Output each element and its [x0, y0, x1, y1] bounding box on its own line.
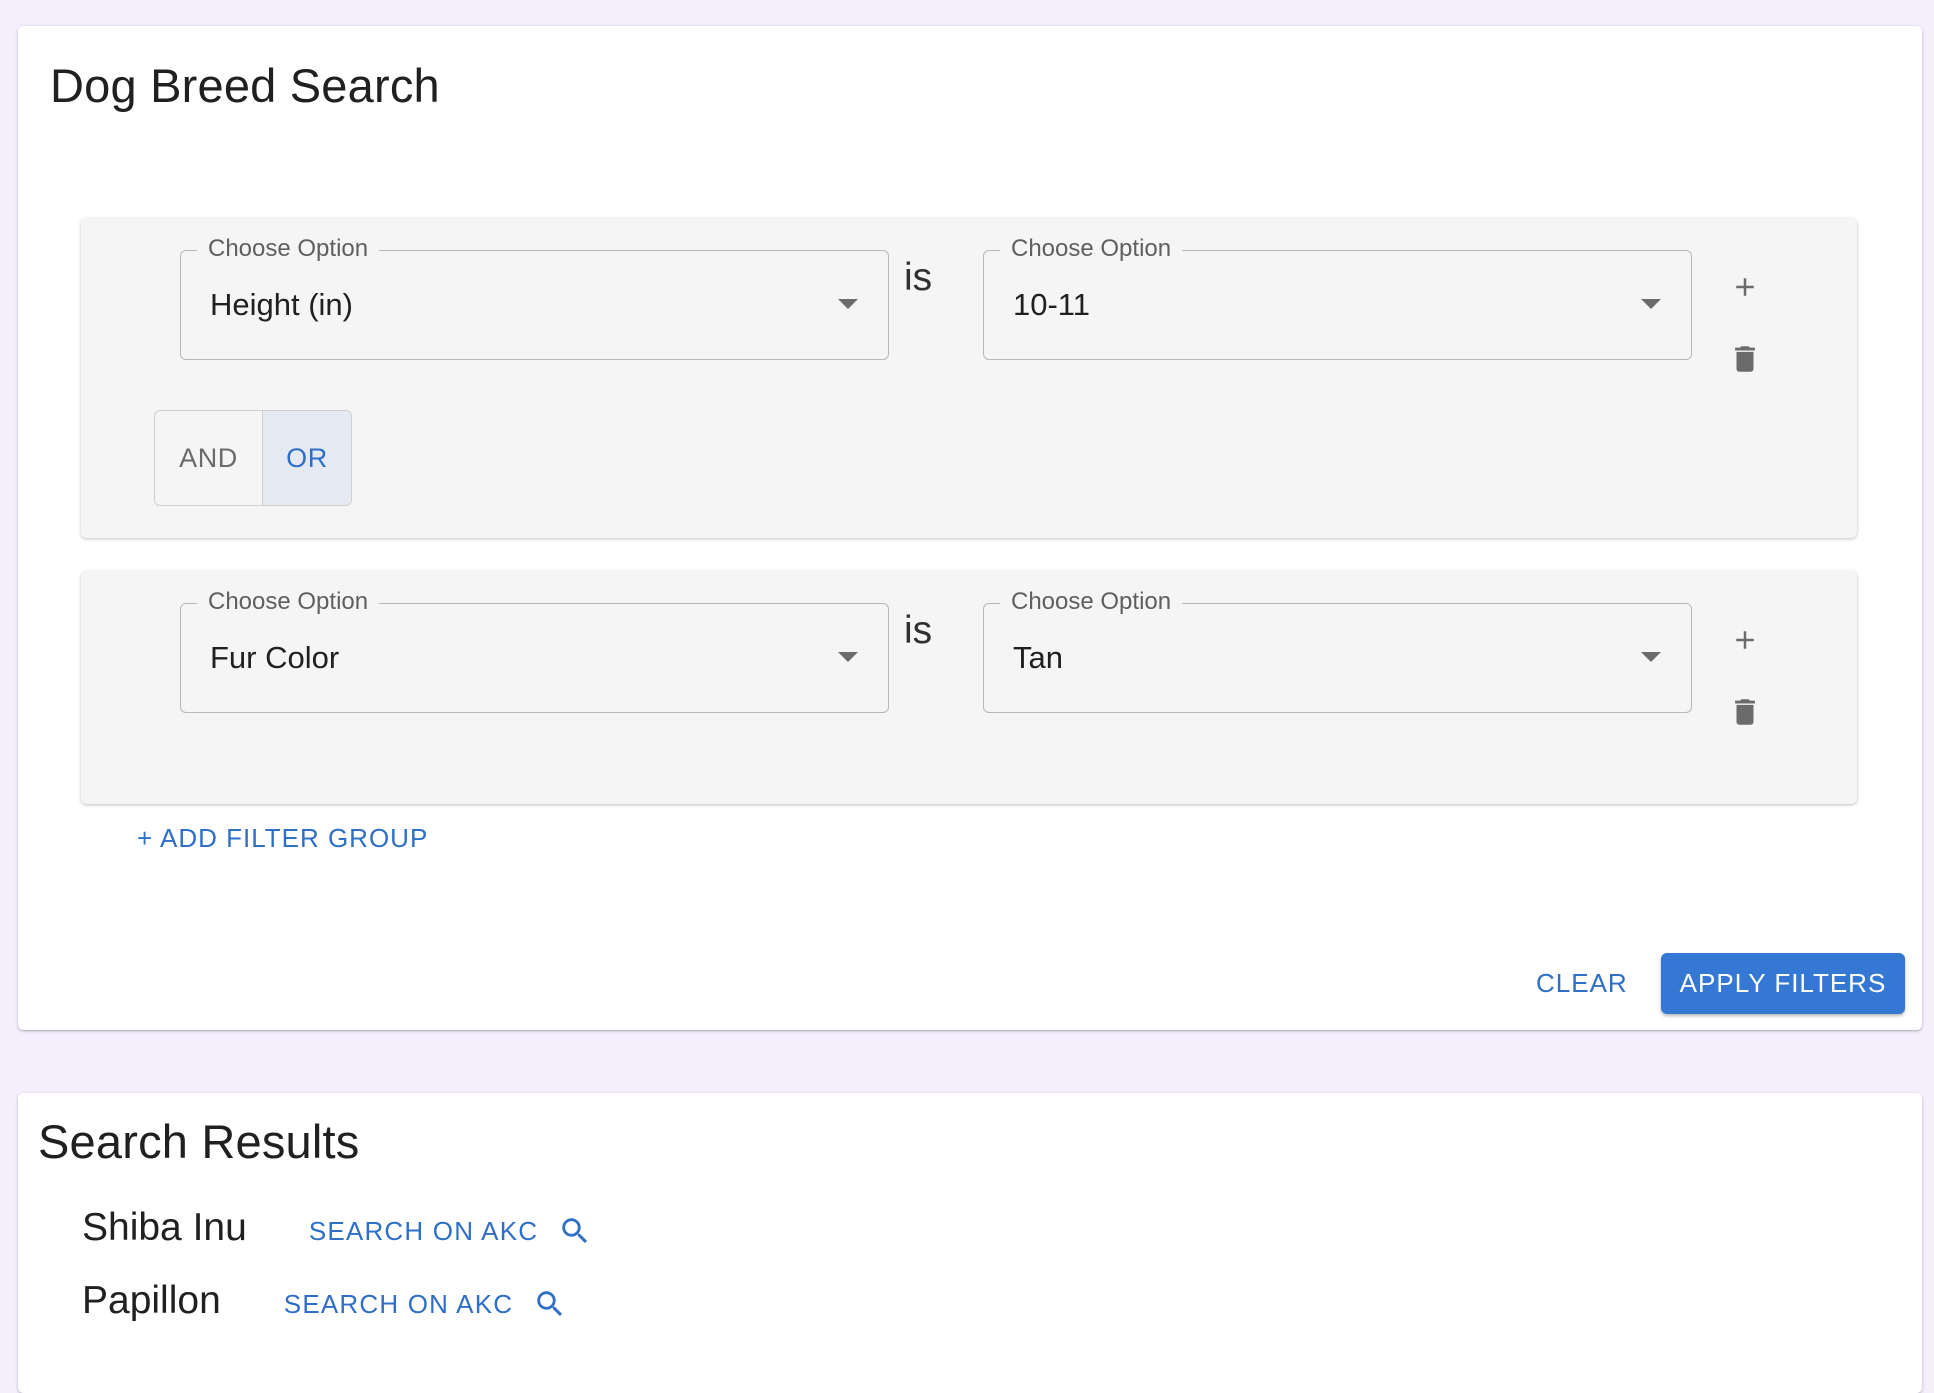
select-value: Fur Color — [210, 640, 340, 675]
dropdown-arrow-icon — [1641, 299, 1661, 309]
select-label: Choose Option — [1000, 587, 1183, 617]
dropdown-arrow-icon — [838, 299, 858, 309]
operator-label: is — [904, 609, 933, 652]
delete-icon — [1735, 699, 1755, 725]
results-title: Search Results — [38, 1115, 360, 1168]
search-icon — [537, 1291, 563, 1317]
breed-name: Shiba Inu — [82, 1206, 247, 1249]
results-card: Search Results Shiba Inu SEARCH ON AKC P… — [18, 1093, 1922, 1393]
select-value: Tan — [1013, 640, 1063, 675]
dropdown-arrow-icon — [838, 652, 858, 662]
delete-icon — [1735, 346, 1755, 372]
result-item: Papillon SEARCH ON AKC — [82, 1276, 567, 1326]
search-akc-label: SEARCH ON AKC — [308, 1215, 539, 1246]
select-value: Height (in) — [210, 287, 353, 322]
delete-filter-button[interactable] — [1721, 335, 1769, 383]
search-akc-link[interactable]: SEARCH ON AKC — [284, 1287, 567, 1321]
search-icon — [562, 1218, 588, 1244]
and-toggle-button[interactable]: AND — [155, 411, 263, 505]
filter-card: Dog Breed Search Choose Option Height (i… — [18, 26, 1922, 1030]
operator-label: is — [904, 256, 933, 299]
select-label: Choose Option — [1000, 234, 1183, 264]
apply-filters-button[interactable]: APPLY FILTERS — [1661, 953, 1905, 1014]
dropdown-arrow-icon — [1641, 652, 1661, 662]
search-akc-link[interactable]: SEARCH ON AKC — [309, 1214, 592, 1248]
breed-name: Papillon — [82, 1279, 221, 1322]
add-icon — [1736, 278, 1754, 296]
add-filter-button[interactable] — [1721, 616, 1769, 664]
value-select[interactable]: Choose Option Tan — [983, 587, 1692, 713]
or-toggle-button[interactable]: OR — [263, 411, 351, 505]
delete-filter-button[interactable] — [1721, 688, 1769, 736]
filter-group-1: Choose Option Height (in) is Choose Opti… — [81, 218, 1857, 538]
attribute-select[interactable]: Choose Option Height (in) — [180, 234, 889, 360]
result-item: Shiba Inu SEARCH ON AKC — [82, 1203, 592, 1253]
search-akc-label: SEARCH ON AKC — [283, 1288, 514, 1319]
value-select[interactable]: Choose Option 10-11 — [983, 234, 1692, 360]
add-filter-group-button[interactable]: + ADD FILTER GROUP — [137, 823, 428, 854]
clear-button[interactable]: CLEAR — [1536, 968, 1628, 999]
page-title: Dog Breed Search — [50, 59, 440, 112]
filter-group-2: Choose Option Fur Color is Choose Option… — [81, 571, 1857, 804]
combinator-toggle: AND OR — [154, 410, 352, 506]
select-value: 10-11 — [1013, 287, 1090, 322]
attribute-select[interactable]: Choose Option Fur Color — [180, 587, 889, 713]
select-label: Choose Option — [197, 234, 380, 264]
select-label: Choose Option — [197, 587, 380, 617]
add-filter-button[interactable] — [1721, 263, 1769, 311]
add-icon — [1736, 631, 1754, 649]
